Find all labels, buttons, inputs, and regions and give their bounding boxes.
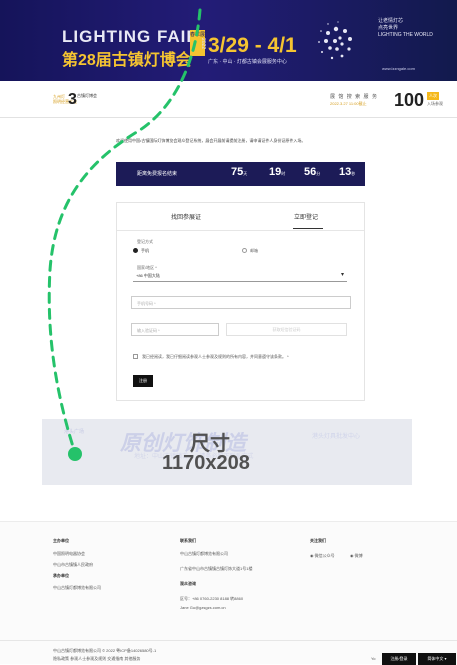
hours-unit: 时 <box>281 171 286 176</box>
phone-input[interactable]: 手机号码 * <box>131 296 351 309</box>
login-button[interactable]: 注册/登录 <box>382 653 416 665</box>
contact-head: 联系我们 <box>180 538 196 543</box>
ad-size-value: 1170x208 <box>162 452 250 474</box>
footer-weibo[interactable]: ◉ 微博 <box>350 553 363 559</box>
header-services[interactable]: 展 馆 搜 索 服 务 <box>330 93 378 100</box>
agree-checkbox[interactable] <box>133 354 138 359</box>
visitor-count: 100 <box>394 90 425 110</box>
header-deadline: 2022.3.27 11:00截止 <box>330 101 367 106</box>
radio-phone-label[interactable]: 手机 <box>141 248 149 254</box>
weibo-label: 微博 <box>354 553 363 558</box>
countdown-days: 75天 <box>231 166 247 178</box>
hours-value: 19 <box>269 166 282 178</box>
contractor-head: 承办单位 <box>53 573 69 578</box>
site-header: 九州灯 照明经营大会 3 古镇灯博会 展 馆 搜 索 服 务 2022.3.27… <box>0 82 457 118</box>
chevron-down-icon: ▾ <box>340 272 344 278</box>
countdown-hours: 19时 <box>269 166 285 178</box>
secs-value: 13 <box>339 166 352 178</box>
banner-title-cn: 第28届古镇灯博会 <box>62 52 192 69</box>
organizer-head: 主办单位 <box>53 538 69 543</box>
days-value: 75 <box>231 166 244 178</box>
tab-find-badge[interactable]: 找回参展证 <box>171 212 201 221</box>
footer-contact-company: 中山古镇灯都博览有限公司 <box>180 551 228 556</box>
footer-lang-prefix: Yo <box>371 656 376 661</box>
agree-text: 我已经阅读，我已仔细阅读参观人士参观及规则的所有内容，并同意遵守该条款。 * <box>142 354 289 359</box>
ad-bg-right: 港头灯具批发中心 <box>312 434 361 440</box>
tab-register[interactable]: 立即登记 <box>294 212 318 221</box>
countdown-mins: 56分 <box>304 166 320 178</box>
footer-contractor: 中山古镇灯都博览有限公司 <box>53 585 101 590</box>
wechat-label: 微信公众号 <box>314 553 335 558</box>
country-value: +86 中国大陆 <box>136 273 160 278</box>
footer-wechat[interactable]: ◉ 微信公众号 <box>310 553 335 559</box>
secs-unit: 秒 <box>351 171 356 176</box>
footer-email[interactable]: Jane Gu@gzsgzs.com.cn <box>180 605 226 610</box>
language-select[interactable]: 简体中文 ▾ <box>418 653 456 665</box>
site-footer: 主办单位 中国照明电器协会 中山市古镇镇人民政府 承办单位 中山古镇灯都博览有限… <box>0 521 457 665</box>
slogan-line-1: 让老情灯芯 <box>378 18 404 24</box>
banner-venue: 广东 · 中山 · 灯都古镇会展服务中心 <box>208 59 287 65</box>
footer-links[interactable]: 隐私政策 参观人士参观及规则 交通指南 其他服务 <box>53 656 140 662</box>
countdown-bar: 距离免费报名结束 75天 19时 56分 13秒 <box>116 162 365 186</box>
header-big-number: 3 <box>68 91 77 108</box>
tab-divider <box>117 230 364 231</box>
slogan-line-2: 点亮世界 <box>378 25 399 31</box>
footer-contact-head: 联系我们 <box>180 538 196 544</box>
slogan-line-3: LIGHTING THE WORLD <box>378 32 433 38</box>
days-unit: 天 <box>243 171 248 176</box>
visitor-head: 观众咨询 <box>180 581 196 586</box>
footer-visitor-head: 观众咨询 <box>180 581 196 587</box>
follow-head: 关注我们 <box>310 538 326 543</box>
mins-value: 56 <box>304 166 317 178</box>
radio-email[interactable] <box>242 248 247 253</box>
visitor-count-label: 入场参观 <box>427 101 443 106</box>
method-label: 登记方式 <box>137 239 153 244</box>
ad-placeholder[interactable]: 港头广场 原创灯饰制造 地址：中山古镇镇古一 · 请务必留下联系方式 港头灯具批… <box>42 419 412 485</box>
banner-slogan: 让老情灯芯 点亮世界 LIGHTING THE WORLD <box>378 18 436 39</box>
visitor-badge: 人次 <box>427 92 439 100</box>
banner-title-en: LIGHTING FAIR <box>62 27 200 46</box>
code-input[interactable]: 输入验证码 * <box>131 323 219 336</box>
footer-organizer-a: 中国照明电器协会 <box>53 551 85 556</box>
footer-organizer-head: 主办单位 <box>53 538 69 544</box>
footer-contact-address: 广东省中山市古镇镇古镇灯饰大道1号1楼 <box>180 566 253 571</box>
banner-url: www.lzzngale.com <box>382 66 415 71</box>
header-logo[interactable]: 古镇灯博会 <box>77 93 97 99</box>
footer-contractor-head: 承办单位 <box>53 573 69 579</box>
ad-bg-left: 港头广场 <box>64 429 85 435</box>
mins-unit: 分 <box>316 171 321 176</box>
welcome-text: 欢迎使用中国•古镇国际灯饰博览会观众登记系统，展会开展前请提前注册，请申请证件人… <box>116 138 306 143</box>
countdown-title: 距离免费报名结束 <box>137 171 178 177</box>
register-button[interactable]: 注册 <box>133 375 153 387</box>
active-tab-indicator <box>293 228 323 229</box>
radio-phone[interactable] <box>133 248 138 253</box>
event-banner[interactable]: LIGHTING FAIR 第28届古镇灯博会 春季展 2022 3/29 - … <box>0 0 457 81</box>
banner-dates: 3/29 - 4/1 <box>208 34 297 57</box>
swirl-logo-icon <box>318 21 352 60</box>
registration-form: 找回参展证 立即登记 登记方式 手机 邮箱 国家/地区 * +86 中国大陆 ▾… <box>116 202 365 401</box>
country-select[interactable]: +86 中国大陆 ▾ <box>133 269 347 282</box>
radio-email-label[interactable]: 邮箱 <box>250 248 258 254</box>
footer-organizer-b: 中山市古镇镇人民政府 <box>53 562 93 567</box>
countdown-secs: 13秒 <box>339 166 355 178</box>
footer-phone: 区号：+86 0760-2230 8188 转8860 <box>180 596 244 601</box>
send-code-button[interactable]: 获取短信验证码 <box>226 323 347 336</box>
footer-follow-head: 关注我们 <box>310 538 326 544</box>
footer-copyright: 中山古镇灯都博览有限公司 © 2022 粤ICP备14026580号-1 <box>53 648 157 653</box>
banner-year: 2022 <box>200 38 206 50</box>
